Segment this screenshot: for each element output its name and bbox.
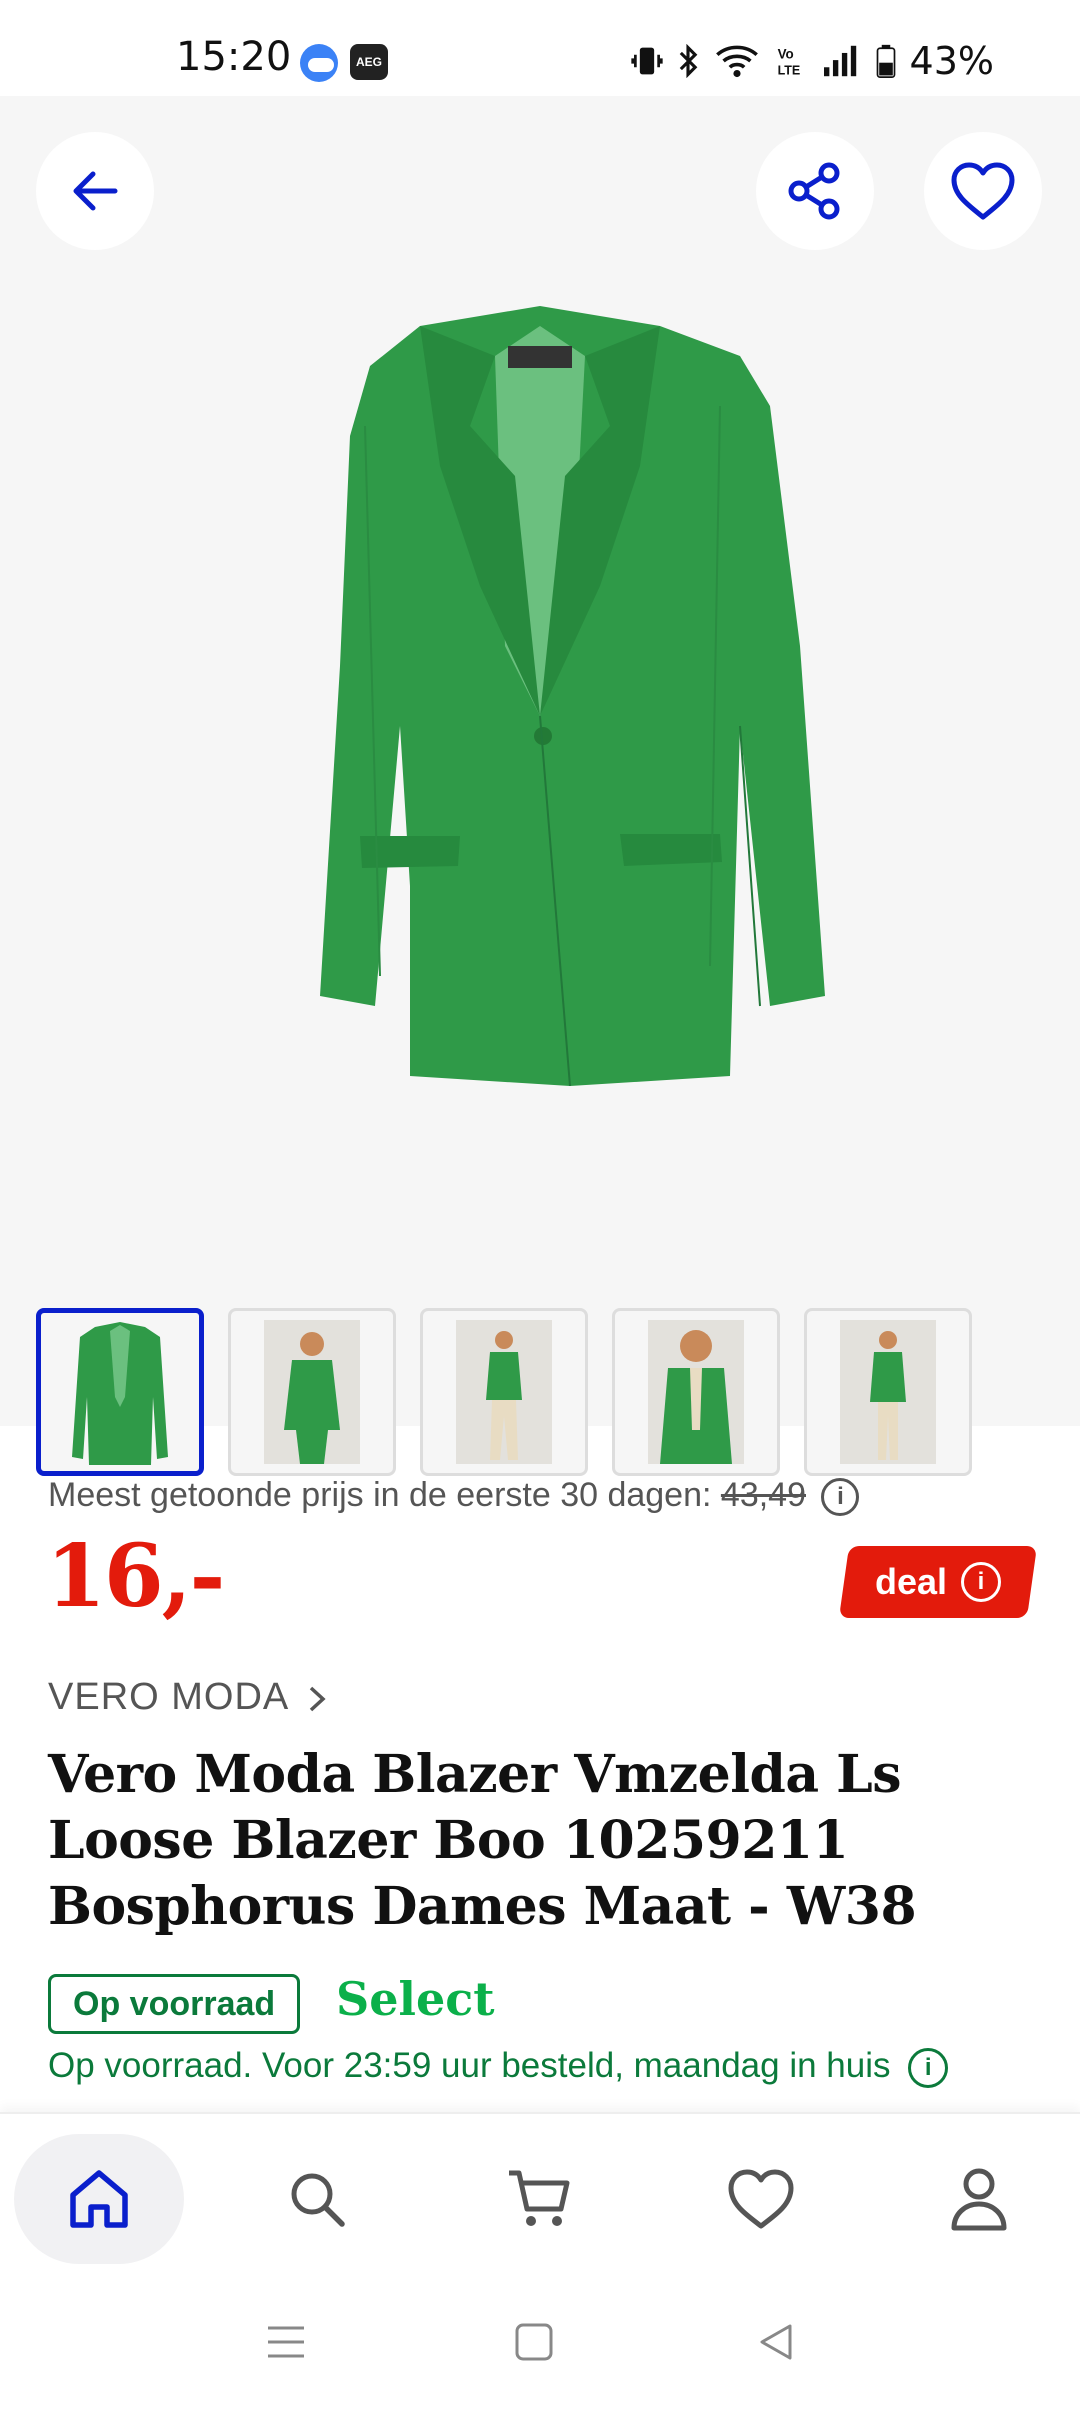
thumbnail-image (264, 1320, 360, 1464)
status-bar: 15:20 AEG Vo LTE 43% (0, 0, 1080, 96)
info-icon[interactable]: i (908, 2047, 949, 2088)
back-system-button[interactable] (746, 2312, 806, 2372)
svg-text:Vo: Vo (777, 46, 793, 61)
weather-icon (300, 44, 338, 82)
thumbnail-image (648, 1320, 744, 1464)
brand-link[interactable]: VERO MODA (48, 1676, 329, 1719)
recents-button[interactable] (256, 2312, 316, 2372)
nav-account[interactable] (894, 2134, 1064, 2264)
thumbnail-4[interactable] (612, 1308, 780, 1476)
thumbnail-image (72, 1322, 168, 1465)
lowest-price-value: 43,49 (720, 1476, 806, 1514)
battery-icon (876, 44, 895, 78)
product-image[interactable] (240, 286, 840, 1086)
nav-search[interactable] (232, 2134, 402, 2264)
wishlist-icon (728, 2169, 794, 2229)
delivery-info: Op voorraad. Voor 23:59 uur besteld, maa… (48, 2046, 949, 2088)
battery-percent: 43% (909, 39, 994, 83)
deal-badge[interactable]: deal i (838, 1546, 1038, 1618)
system-nav-bar (0, 2272, 1080, 2412)
lowest-price-info: Meest getoonde prijs in de eerste 30 dag… (48, 1476, 860, 1517)
search-icon (291, 2173, 345, 2227)
account-icon (951, 2168, 1007, 2231)
product-gallery (0, 96, 1080, 1476)
info-icon: i (961, 1562, 1002, 1602)
home-system-button[interactable] (504, 2312, 564, 2372)
nav-cart[interactable] (454, 2134, 624, 2264)
svg-text:LTE: LTE (777, 63, 800, 77)
product-price: 16,- (46, 1526, 225, 1627)
home-icon (70, 2170, 128, 2228)
menu-icon (268, 2326, 304, 2358)
signal-icon (823, 45, 856, 77)
thumbnail-5[interactable] (804, 1308, 972, 1476)
thumbnail-image (456, 1320, 552, 1464)
thumbnail-3[interactable] (420, 1308, 588, 1476)
share-button[interactable] (756, 132, 874, 250)
favorite-button[interactable] (924, 132, 1042, 250)
heart-icon (951, 162, 1015, 220)
thumbnail-strip (36, 1308, 972, 1476)
share-icon (788, 162, 840, 220)
triangle-back-icon (760, 2324, 792, 2360)
stock-badge: Op voorraad (48, 1974, 301, 2034)
back-button[interactable] (36, 132, 154, 250)
vibrate-icon (630, 47, 663, 75)
status-icons: Vo LTE 43% (630, 36, 994, 86)
aeg-app-icon: AEG (350, 44, 388, 80)
chevron-right-icon (309, 1686, 326, 1712)
delivery-text: Op voorraad. Voor 23:59 uur besteld, maa… (48, 2046, 891, 2085)
cart-icon (509, 2170, 570, 2226)
bottom-nav (0, 2112, 1080, 2272)
info-icon[interactable]: i (821, 1478, 860, 1517)
volte-icon: Vo LTE (777, 46, 800, 77)
nav-home[interactable] (14, 2134, 184, 2264)
nav-wishlist[interactable] (676, 2134, 846, 2264)
select-label[interactable]: Select (336, 1972, 494, 2026)
status-time: 15:20 (176, 34, 292, 80)
wifi-icon (715, 45, 758, 78)
arrow-left-icon (73, 171, 118, 211)
bluetooth-icon (679, 44, 697, 78)
deal-label: deal (874, 1561, 948, 1602)
thumbnail-2[interactable] (228, 1308, 396, 1476)
thumbnail-image (840, 1320, 936, 1464)
product-title: Vero Moda Blazer Vmzelda Ls Loose Blazer… (48, 1744, 917, 1937)
square-icon (515, 2323, 553, 2361)
brand-name: VERO MODA (48, 1676, 288, 1718)
thumbnail-1[interactable] (36, 1308, 204, 1476)
lowest-price-label: Meest getoonde prijs in de eerste 30 dag… (48, 1476, 712, 1514)
